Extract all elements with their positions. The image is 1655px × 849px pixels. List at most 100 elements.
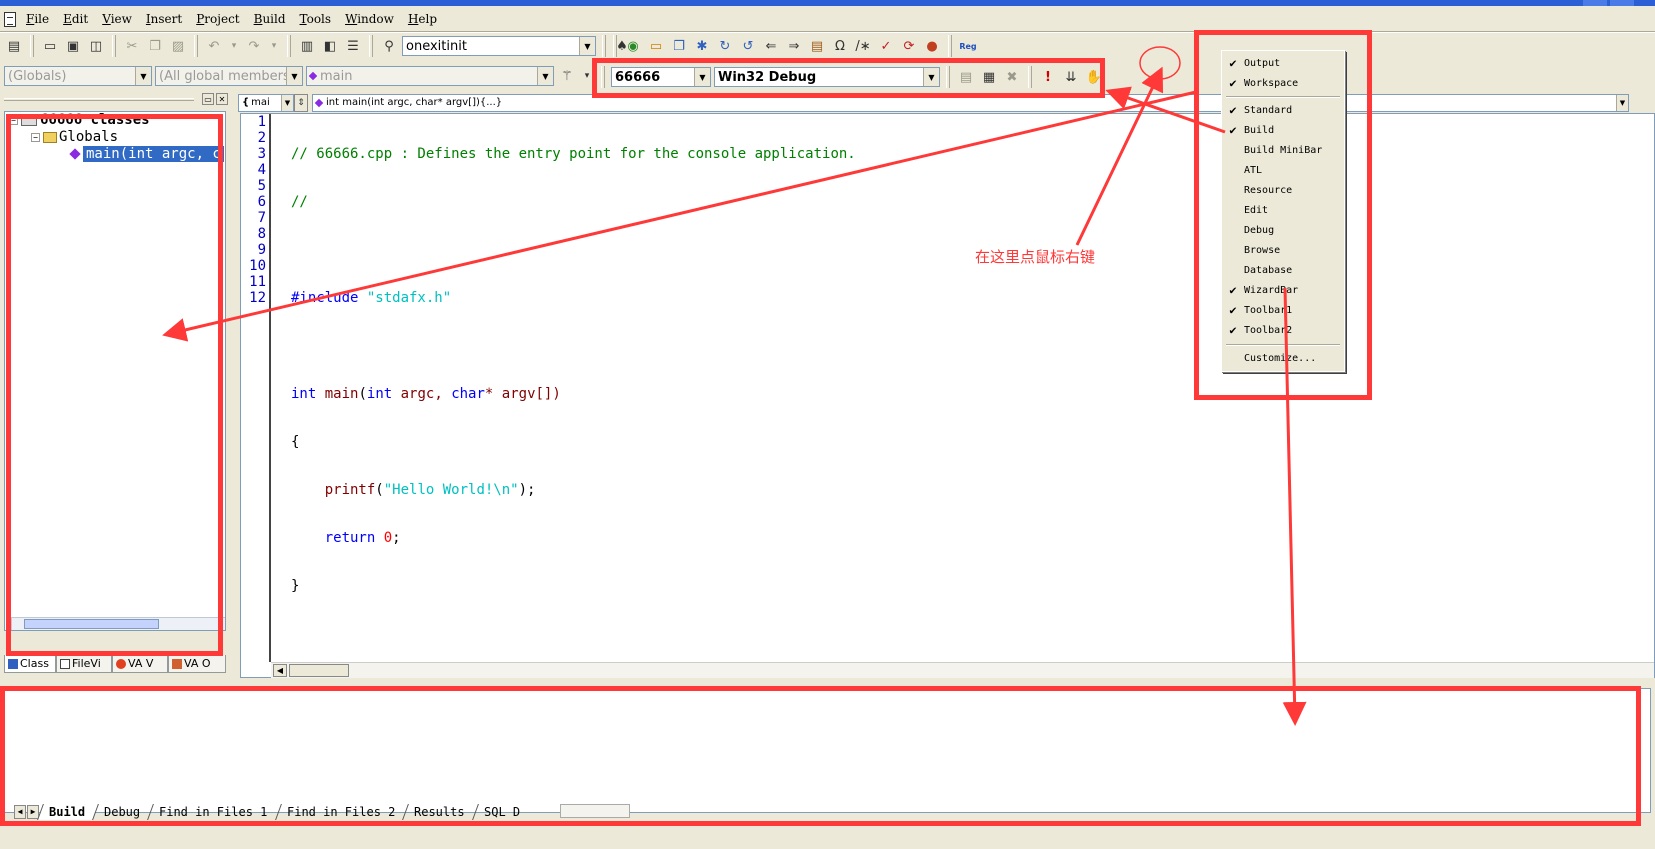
punct: ( xyxy=(358,386,367,402)
arrow-left-icon[interactable]: ⇐ xyxy=(761,36,781,56)
arrow-right-icon[interactable]: ⇒ xyxy=(784,36,804,56)
wizard-wand-icon[interactable]: ⚚ xyxy=(557,66,577,86)
find-combo[interactable]: onexitinit ▼ xyxy=(402,36,596,56)
chevron-down-icon[interactable]: ▼ xyxy=(281,94,293,111)
close-icon[interactable]: ✕ xyxy=(216,93,228,105)
menu-view[interactable]: View xyxy=(100,11,134,27)
find-in-files-icon[interactable]: ⚲ xyxy=(379,36,399,56)
line-number: 3 xyxy=(257,146,266,162)
filter-combo[interactable]: (All global members ▼ xyxy=(155,66,303,86)
scroll-thumb[interactable] xyxy=(289,664,349,677)
workspace-icon[interactable]: ▥ xyxy=(297,36,317,56)
new-text-file-icon[interactable]: ▤ xyxy=(4,36,24,56)
workspace-tabs: Class FileVi VA V VA O xyxy=(4,655,230,673)
redo-icon[interactable]: ↷ xyxy=(244,36,264,56)
line-number: 2 xyxy=(257,130,266,146)
window-list-icon[interactable]: ☰ xyxy=(343,36,363,56)
number-literal: 0 xyxy=(375,530,393,546)
line-number: 7 xyxy=(257,210,266,226)
spinner-icon[interactable]: ⇕ xyxy=(294,93,308,112)
menu-file[interactable]: File xyxy=(24,11,51,27)
code-line-2: // xyxy=(291,194,856,210)
output-window-icon[interactable]: ◧ xyxy=(320,36,340,56)
reparse-icon[interactable]: ⟳ xyxy=(899,36,919,56)
scroll-left-icon[interactable]: ◀ xyxy=(273,664,287,677)
redo-dropdown-icon[interactable]: ▾ xyxy=(267,36,281,56)
tab-fileview[interactable]: FileVi xyxy=(56,655,112,673)
tools-icon[interactable]: ✱ xyxy=(692,36,712,56)
paste-icon[interactable]: ▨ xyxy=(168,36,188,56)
line-number: 8 xyxy=(257,226,266,242)
options-icon[interactable]: ● xyxy=(922,36,942,56)
toolbar-separator xyxy=(112,35,116,57)
tab-va-outline[interactable]: VA O xyxy=(168,655,226,673)
editor-horizontal-scrollbar[interactable]: ◀ xyxy=(271,662,1654,678)
panel-grip[interactable] xyxy=(4,98,194,101)
menu-window[interactable]: Window xyxy=(343,11,396,27)
menu-project[interactable]: Project xyxy=(194,11,241,27)
cut-icon[interactable]: ✂ xyxy=(122,36,142,56)
undo-dropdown-icon[interactable]: ▾ xyxy=(227,36,241,56)
identifier: argc, xyxy=(392,386,452,402)
annotation-box-build-toolbar xyxy=(592,58,1105,98)
menubar: File Edit View Insert Project Build Tool… xyxy=(0,8,1655,30)
line-number: 5 xyxy=(257,178,266,194)
code-text[interactable]: // 66666.cpp : Defines the entry point f… xyxy=(291,114,856,626)
punct: ( xyxy=(375,482,384,498)
open-file-icon[interactable]: ◉ xyxy=(623,36,643,56)
annotation-note: 在这里点鼠标右键 xyxy=(975,248,1096,266)
line-number: 1 xyxy=(257,114,266,130)
bookmark-icon[interactable]: ▤ xyxy=(807,36,827,56)
document-list-icon[interactable]: ❐ xyxy=(669,36,689,56)
toolbar2-reg-button[interactable]: Reg xyxy=(958,36,978,56)
undo-icon[interactable]: ↶ xyxy=(204,36,224,56)
line-number: 9 xyxy=(257,242,266,258)
rename-icon[interactable]: ↺ xyxy=(738,36,758,56)
tab-label: Class xyxy=(20,657,49,670)
keyword: char xyxy=(451,386,485,402)
menu-edit[interactable]: Edit xyxy=(61,11,90,27)
save-icon[interactable]: ▣ xyxy=(63,36,83,56)
va-outline-icon xyxy=(172,658,182,669)
save-all-icon[interactable]: ◫ xyxy=(86,36,106,56)
copy-icon[interactable]: ❐ xyxy=(145,36,165,56)
toolbar-separator xyxy=(194,35,198,57)
refactor-icon[interactable]: ↻ xyxy=(715,36,735,56)
fileview-icon xyxy=(60,658,70,669)
brace: { xyxy=(291,434,300,450)
chevron-down-icon[interactable]: ▼ xyxy=(135,67,151,85)
code-editor[interactable]: 1 2 3 4 5 6 7 8 9 10 11 12 // 66666.cpp … xyxy=(240,113,1655,678)
spellcheck-icon[interactable]: ✓ xyxy=(876,36,896,56)
chevron-down-icon[interactable]: ▼ xyxy=(579,37,595,55)
restore-pane-icon[interactable]: ▭ xyxy=(202,93,214,105)
menu-build[interactable]: Build xyxy=(252,11,288,27)
comment-icon[interactable]: /∗ xyxy=(853,36,873,56)
title-bar xyxy=(0,0,1655,6)
standard-toolbar: ▤ ▭ ▣ ◫ ✂ ❐ ▨ ↶ ▾ ↷ ▾ ▥ ◧ ☰ ⚲ onexitinit… xyxy=(4,35,632,57)
tab-va-view[interactable]: VA V xyxy=(112,655,168,673)
function-name: printf xyxy=(324,482,376,498)
method-icon xyxy=(308,71,318,81)
scope-combo[interactable]: { mai ▼ xyxy=(238,93,294,112)
chevron-down-icon[interactable]: ▼ xyxy=(537,67,553,85)
open-folder-icon[interactable]: ▭ xyxy=(646,36,666,56)
members-combo[interactable]: main ▼ xyxy=(306,66,554,86)
chevron-down-icon[interactable]: ▼ xyxy=(1616,94,1628,111)
open-folder-icon[interactable]: ▭ xyxy=(40,36,60,56)
menu-tools[interactable]: Tools xyxy=(298,11,334,27)
toolbar-separator xyxy=(948,35,952,57)
chevron-down-icon[interactable]: ▼ xyxy=(286,67,302,85)
wizardbar: (Globals) ▼ (All global members ▼ main ▼… xyxy=(4,66,594,86)
restore-button[interactable] xyxy=(1610,0,1634,6)
omega-icon[interactable]: Ω xyxy=(830,36,850,56)
minimize-button[interactable] xyxy=(1583,0,1607,6)
document-icon[interactable] xyxy=(4,11,16,27)
menu-help[interactable]: Help xyxy=(406,11,439,27)
annotation-box-output xyxy=(0,686,1641,826)
scope-combo-value: mai xyxy=(251,97,270,108)
class-combo[interactable]: (Globals) ▼ xyxy=(4,66,152,86)
tab-classview[interactable]: Class xyxy=(4,655,56,673)
identifier: * argv[]) xyxy=(484,386,561,402)
menu-insert[interactable]: Insert xyxy=(144,11,184,27)
